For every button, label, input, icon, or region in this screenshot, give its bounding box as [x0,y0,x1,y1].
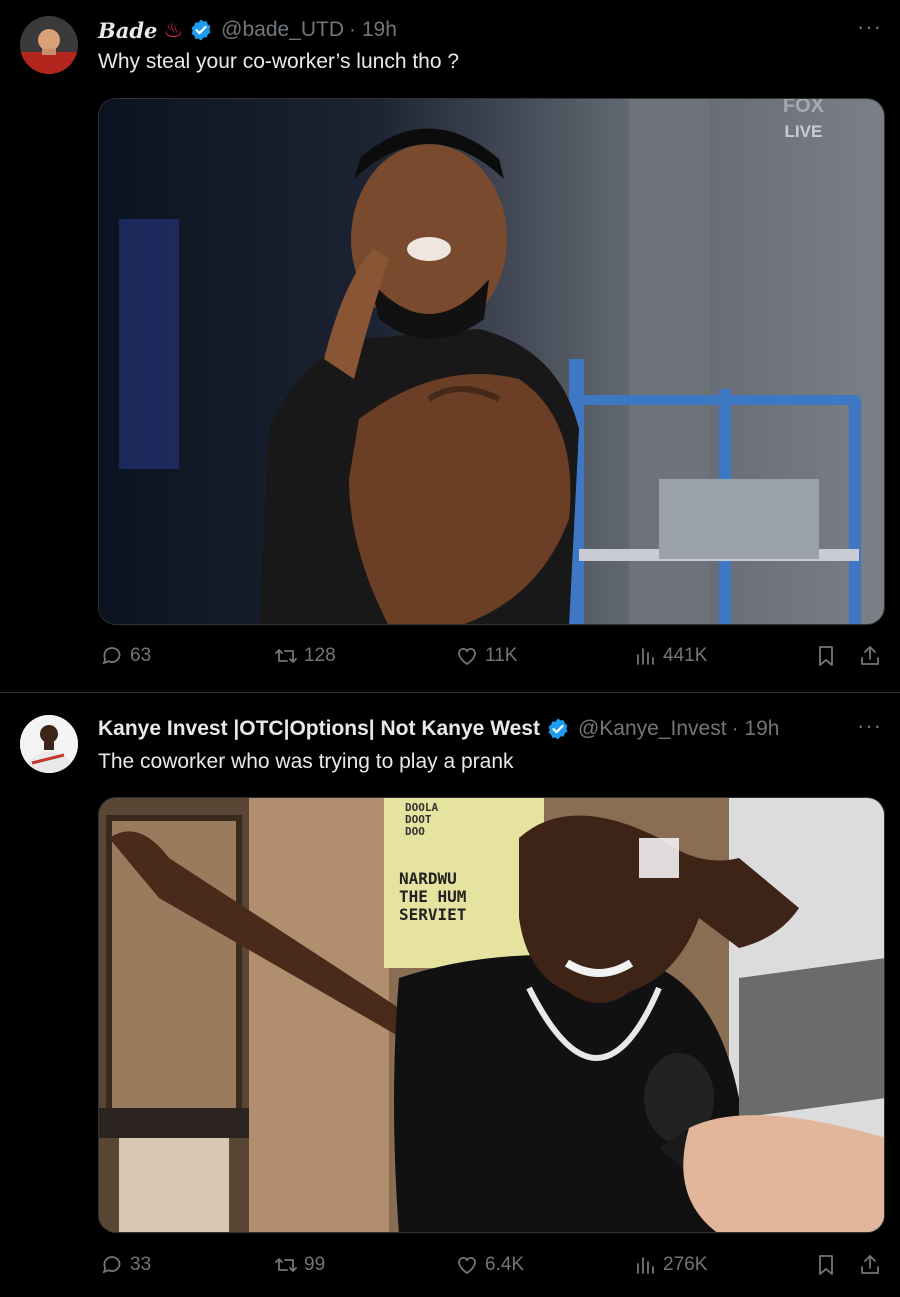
reply-icon [102,647,121,665]
timestamp[interactable]: · 19h [732,717,780,741]
heart-icon [458,1256,476,1275]
tweet-text: The coworker who was trying to play a pr… [98,750,514,773]
bookmark-button[interactable] [814,1253,844,1277]
heart-icon [458,647,476,666]
bookmark-icon [819,1255,833,1275]
like-count: 6.4K [485,1254,525,1275]
verified-badge-icon [189,18,213,42]
views-icon [637,648,654,665]
action-bar: 63 128 11K 441K [98,644,888,674]
comic-bubble: DOOLA DOOT DOO [405,801,439,838]
share-icon [861,1255,879,1274]
views-button[interactable]: 276K [633,1253,707,1277]
repost-button[interactable]: 128 [274,644,336,668]
avatar[interactable] [20,715,78,773]
like-button[interactable]: 11K [455,644,517,668]
tweet-1[interactable]: Bade ♨ @bade_UTD · 19h ··· Why steal you… [0,0,900,692]
views-button[interactable]: 441K [633,644,707,668]
action-bar: 33 99 6.4K 276K [98,1253,888,1283]
more-icon[interactable]: ··· [857,14,882,40]
like-count: 11K [485,645,518,666]
tweet-header: Kanye Invest |OTC|Options| Not Kanye Wes… [98,714,779,744]
like-button[interactable]: 6.4K [455,1253,524,1277]
share-icon [861,646,879,665]
tweet-2[interactable]: Kanye Invest |OTC|Options| Not Kanye Wes… [0,693,900,1297]
tweet-media[interactable]: NARDWU THE HUM SERVIET DOOLA DOOT DOO [98,797,885,1233]
tweet-media[interactable]: FOX LIVE [98,98,885,625]
views-icon [637,1257,654,1274]
hot-springs-emoji: ♨ [163,17,184,42]
reply-count: 63 [130,645,152,666]
display-name[interactable]: Kanye Invest |OTC|Options| Not Kanye Wes… [98,717,540,741]
tweet-text: Why steal your co-worker’s lunch tho ? [98,50,460,73]
reply-button[interactable]: 63 [100,644,151,668]
views-count: 441K [663,645,708,666]
reply-button[interactable]: 33 [100,1253,151,1277]
fox-logo: FOX LIVE [782,98,824,141]
verified-badge-icon [546,717,570,741]
views-count: 276K [663,1254,708,1275]
repost-icon [275,649,297,663]
tweet-header: Bade ♨ @bade_UTD · 19h [98,15,397,45]
reply-count: 33 [130,1254,152,1275]
bookmark-button[interactable] [814,644,844,668]
more-icon[interactable]: ··· [857,713,882,739]
bookmark-icon [819,646,833,666]
poster-sign: NARDWU THE HUM SERVIET [399,869,467,924]
repost-button[interactable]: 99 [274,1253,325,1277]
handle[interactable]: @bade_UTD [221,18,344,42]
avatar[interactable] [20,16,78,74]
repost-count: 128 [304,645,336,666]
share-button[interactable] [858,1253,888,1277]
timestamp[interactable]: · 19h [349,18,397,42]
share-button[interactable] [858,644,888,668]
reply-icon [102,1256,121,1274]
repost-icon [275,1258,297,1272]
repost-count: 99 [304,1254,326,1275]
handle[interactable]: @Kanye_Invest [578,717,727,741]
display-name[interactable]: Bade [98,18,157,43]
